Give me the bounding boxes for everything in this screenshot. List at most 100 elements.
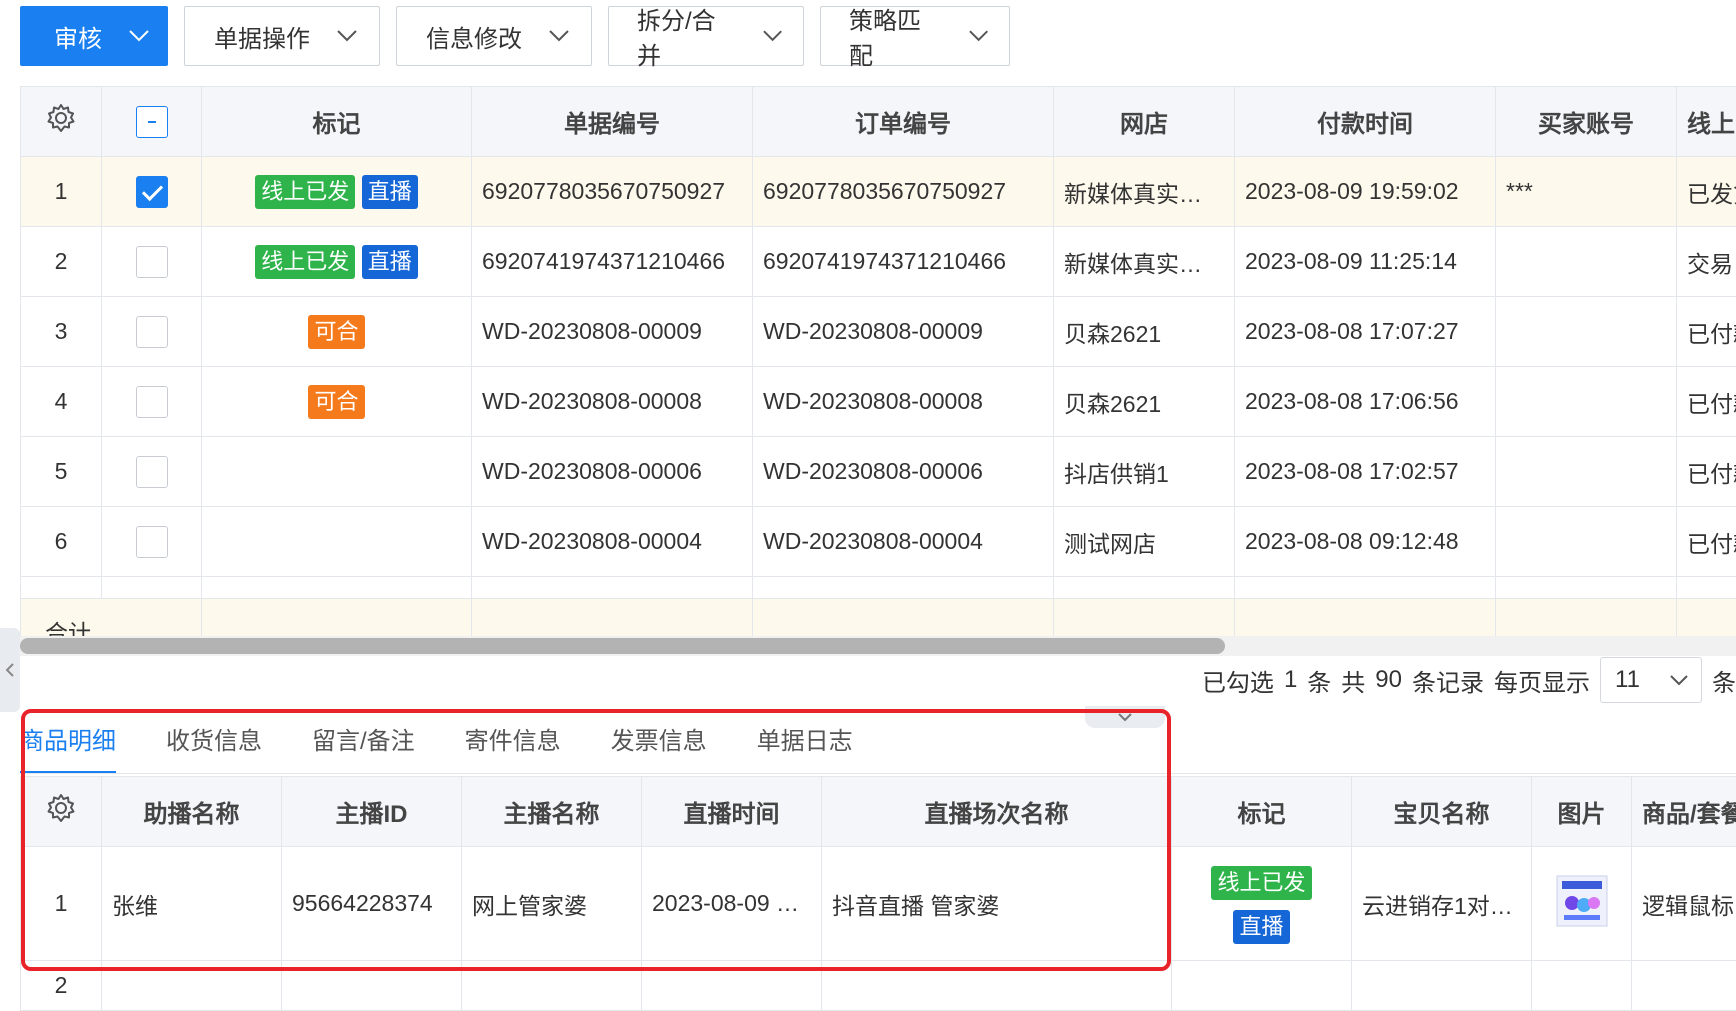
chevron-down-icon	[336, 29, 358, 43]
order-row[interactable]: 2线上已发 直播69207419743712104666920741974371…	[21, 227, 1736, 297]
split-merge-dropdown-button[interactable]: 拆分/合并	[608, 6, 804, 66]
order-row[interactable]: 5WD-20230808-00006WD-20230808-00006抖店供销1…	[21, 437, 1736, 507]
header-shop[interactable]: 网店	[1054, 87, 1235, 157]
tab-invoice-info[interactable]: 发票信息	[611, 720, 707, 774]
shop-cell: 贝森2621	[1054, 367, 1235, 437]
row-select-cell[interactable]	[102, 437, 202, 507]
split-merge-label: 拆分/合并	[637, 1, 736, 71]
orders-table: 标记 单据编号 订单编号 网店 付款时间 买家账号 线上 1线上已发 直播692…	[20, 86, 1736, 649]
audit-dropdown-button[interactable]: 审核	[20, 6, 168, 66]
header-pay-time[interactable]: 付款时间	[1235, 87, 1496, 157]
order-no-cell: WD-20230808-00009	[753, 297, 1054, 367]
shop-cell: 新媒体真实店铺	[1054, 227, 1235, 297]
chevron-down-icon	[128, 29, 150, 43]
header-anchor-id[interactable]: 主播ID	[282, 777, 462, 847]
pay-time-cell: 2023-08-08 17:06:56	[1235, 367, 1496, 437]
detail-row[interactable]: 2	[21, 961, 1736, 1011]
gear-icon[interactable]	[45, 792, 77, 824]
detail-tabs: 商品明细 收货信息 留言/备注 寄件信息 发票信息 单据日志	[20, 720, 853, 774]
select-all-cell[interactable]	[102, 87, 202, 157]
mark-cell: 可合	[202, 367, 472, 437]
detail-table: 助播名称 主播ID 主播名称 直播时间 直播场次名称 标记 宝贝名称 图片 商品…	[20, 776, 1736, 1011]
gear-icon[interactable]	[45, 102, 77, 134]
header-online[interactable]: 线上	[1677, 87, 1736, 157]
detail-row-index: 2	[21, 961, 102, 1011]
chevron-down-icon	[1669, 674, 1689, 686]
header-mark[interactable]: 标记	[202, 87, 472, 157]
select-all-checkbox[interactable]	[136, 106, 168, 138]
buyer-cell	[1496, 297, 1677, 367]
buyer-cell	[1496, 227, 1677, 297]
shop-cell: 抖店供销1	[1054, 437, 1235, 507]
page-size-select[interactable]: 11	[1600, 657, 1702, 703]
order-no-cell: WD-20230808-00004	[753, 507, 1054, 577]
doc-no-cell: WD-20230808-00006	[472, 437, 753, 507]
header-assistant[interactable]: 助播名称	[102, 777, 282, 847]
row-checkbox[interactable]	[136, 456, 168, 488]
row-checkbox[interactable]	[136, 316, 168, 348]
info-edit-dropdown-button[interactable]: 信息修改	[396, 6, 592, 66]
row-index: 4	[21, 367, 102, 437]
buyer-cell: ***	[1496, 157, 1677, 227]
order-no-cell: 6920778035670750927	[753, 157, 1054, 227]
header-session[interactable]: 直播场次名称	[822, 777, 1172, 847]
tag-badge: 直播	[1233, 910, 1289, 944]
order-row[interactable]: 3可合WD-20230808-00009WD-20230808-00009贝森2…	[21, 297, 1736, 367]
page-size-label: 每页显示	[1494, 663, 1590, 698]
order-row[interactable]: 4可合WD-20230808-00008WD-20230808-00008贝森2…	[21, 367, 1736, 437]
page-size-unit: 条	[1712, 663, 1736, 698]
online-status-cell: 已付款	[1677, 367, 1736, 437]
order-row[interactable]: 6WD-20230808-00004WD-20230808-00004测试网店2…	[21, 507, 1736, 577]
row-select-cell[interactable]	[102, 367, 202, 437]
selected-unit: 条	[1307, 663, 1331, 698]
row-select-cell[interactable]	[102, 157, 202, 227]
header-image[interactable]: 图片	[1532, 777, 1632, 847]
row-checkbox[interactable]	[136, 246, 168, 278]
tag-badge: 可合	[308, 315, 364, 349]
collapse-panel-handle[interactable]	[1085, 706, 1165, 728]
row-checkbox[interactable]	[136, 386, 168, 418]
tab-sender-info[interactable]: 寄件信息	[465, 720, 561, 774]
mark-cell	[202, 437, 472, 507]
detail-row[interactable]: 1 张维 95664228374 网上管家婆 2023-08-09 19:50:…	[21, 847, 1736, 961]
tab-document-log[interactable]: 单据日志	[757, 720, 853, 774]
tab-goods-detail[interactable]: 商品明细	[20, 720, 116, 774]
assistant-cell: 张维	[102, 847, 282, 961]
row-checkbox[interactable]	[136, 526, 168, 558]
header-live-time[interactable]: 直播时间	[642, 777, 822, 847]
header-doc-no[interactable]: 单据编号	[472, 87, 753, 157]
order-row[interactable]: 1线上已发 直播69207780356707509276920778035670…	[21, 157, 1736, 227]
horizontal-scrollbar-thumb[interactable]	[20, 638, 1225, 654]
row-select-cell[interactable]	[102, 297, 202, 367]
mark-cell: 线上已发 直播	[202, 157, 472, 227]
buyer-cell	[1496, 507, 1677, 577]
pay-time-cell: 2023-08-08 09:12:48	[1235, 507, 1496, 577]
row-select-cell[interactable]	[102, 507, 202, 577]
header-buyer[interactable]: 买家账号	[1496, 87, 1677, 157]
chevron-left-icon	[5, 662, 15, 678]
sidebar-toggle-handle[interactable]	[0, 628, 20, 712]
shop-cell: 新媒体真实店铺	[1054, 157, 1235, 227]
image-cell[interactable]	[1532, 847, 1632, 961]
strategy-match-label: 策略匹配	[849, 1, 942, 71]
doc-no-cell: 6920741974371210466	[472, 227, 753, 297]
header-anchor-name[interactable]: 主播名称	[462, 777, 642, 847]
row-checkbox[interactable]	[136, 176, 168, 208]
header-item-name[interactable]: 宝贝名称	[1352, 777, 1532, 847]
chevron-down-icon	[1117, 712, 1133, 722]
header-goods[interactable]: 商品/套餐	[1632, 777, 1736, 847]
total-count: 90	[1375, 666, 1402, 694]
detail-column-settings-cell[interactable]	[21, 777, 102, 847]
row-select-cell[interactable]	[102, 227, 202, 297]
tab-shipping-info[interactable]: 收货信息	[166, 720, 262, 774]
tag-badge: 直播	[362, 245, 418, 279]
tab-remarks[interactable]: 留言/备注	[312, 720, 415, 774]
strategy-match-dropdown-button[interactable]: 策略匹配	[820, 6, 1010, 66]
order-no-cell: WD-20230808-00006	[753, 437, 1054, 507]
column-settings-cell[interactable]	[21, 87, 102, 157]
document-actions-dropdown-button[interactable]: 单据操作	[184, 6, 380, 66]
header-order-no[interactable]: 订单编号	[753, 87, 1054, 157]
online-status-cell: 已发货	[1677, 157, 1736, 227]
product-thumbnail-icon[interactable]	[1556, 875, 1608, 927]
header-detail-mark[interactable]: 标记	[1172, 777, 1352, 847]
